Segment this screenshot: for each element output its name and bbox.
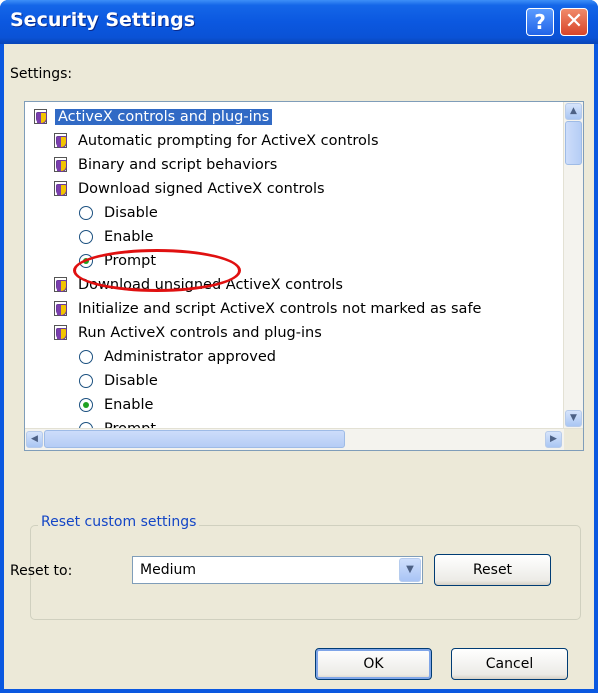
- row-label: Automatic prompting for ActiveX controls: [78, 133, 379, 149]
- setting-option-row[interactable]: Disable: [79, 201, 161, 225]
- setting-row[interactable]: Binary and script behaviors: [53, 153, 280, 177]
- radio-button[interactable]: [79, 350, 93, 364]
- setting-row[interactable]: Automatic prompting for ActiveX controls: [53, 129, 382, 153]
- radio-button[interactable]: [79, 374, 93, 388]
- row-label: Binary and script behaviors: [78, 157, 278, 173]
- row-label: Run ActiveX controls and plug-ins: [78, 325, 322, 341]
- vertical-scrollbar[interactable]: ▲ ▼: [563, 102, 583, 429]
- setting-shield-icon: [53, 301, 69, 317]
- row-label: Initialize and script ActiveX controls n…: [78, 301, 482, 317]
- setting-option-row[interactable]: Disable: [79, 369, 161, 393]
- settings-category-row[interactable]: ActiveX controls and plug-ins: [33, 105, 273, 129]
- row-label: ActiveX controls and plug-ins: [55, 109, 273, 125]
- annotation-circle-prompt: [73, 249, 241, 292]
- scroll-left-button[interactable]: ◀: [26, 431, 43, 448]
- scroll-up-button[interactable]: ▲: [565, 103, 582, 120]
- settings-label: Settings:: [10, 66, 73, 82]
- setting-option-row[interactable]: Enable: [79, 393, 156, 417]
- row-label: Disable: [104, 205, 158, 221]
- scrollbar-corner: [564, 429, 583, 450]
- reset-level-dropdown[interactable]: Medium ▼: [132, 556, 423, 584]
- setting-shield-icon: [53, 277, 69, 293]
- ok-button[interactable]: OK: [315, 648, 432, 680]
- setting-option-row[interactable]: Administrator approved: [79, 345, 279, 369]
- help-button[interactable]: ?: [526, 8, 554, 36]
- row-label: Download signed ActiveX controls: [78, 181, 325, 197]
- title-bar[interactable]: Security Settings ? ✕: [0, 0, 598, 44]
- reset-group-title: Reset custom settings: [38, 514, 200, 530]
- setting-row[interactable]: Download signed ActiveX controls: [53, 177, 328, 201]
- scroll-down-button[interactable]: ▼: [565, 410, 582, 427]
- close-button[interactable]: ✕: [560, 8, 588, 36]
- row-label: Disable: [104, 373, 158, 389]
- radio-button[interactable]: [79, 230, 93, 244]
- setting-shield-icon: [53, 157, 69, 173]
- setting-shield-icon: [33, 109, 49, 125]
- radio-button[interactable]: [79, 206, 93, 220]
- row-label: Enable: [104, 397, 154, 413]
- chevron-down-icon[interactable]: ▼: [399, 558, 421, 582]
- horizontal-scroll-thumb[interactable]: [44, 430, 345, 448]
- setting-shield-icon: [53, 325, 69, 341]
- row-label: Enable: [104, 229, 154, 245]
- settings-tree[interactable]: ActiveX controls and plug-ins Automatic p…: [24, 101, 584, 451]
- horizontal-scrollbar[interactable]: ◀ ▶: [25, 428, 583, 450]
- setting-shield-icon: [53, 181, 69, 197]
- reset-button[interactable]: Reset: [434, 554, 551, 586]
- setting-option-row[interactable]: Enable: [79, 225, 156, 249]
- setting-row[interactable]: Run ActiveX controls and plug-ins: [53, 321, 325, 345]
- security-settings-window: Security Settings ? ✕ Settings: ActiveX …: [0, 0, 598, 693]
- radio-button[interactable]: [79, 398, 93, 412]
- cancel-button[interactable]: Cancel: [451, 648, 568, 680]
- scroll-right-button[interactable]: ▶: [545, 431, 562, 448]
- reset-to-label: Reset to:: [10, 563, 73, 579]
- setting-shield-icon: [53, 133, 69, 149]
- reset-level-value: Medium: [140, 562, 196, 578]
- row-label: Administrator approved: [104, 349, 276, 365]
- setting-row[interactable]: Initialize and script ActiveX controls n…: [53, 297, 484, 321]
- window-title: Security Settings: [10, 9, 196, 31]
- vertical-scroll-thumb[interactable]: [565, 121, 582, 165]
- dialog-body: Settings: ActiveX controls and plug-ins A…: [4, 44, 594, 689]
